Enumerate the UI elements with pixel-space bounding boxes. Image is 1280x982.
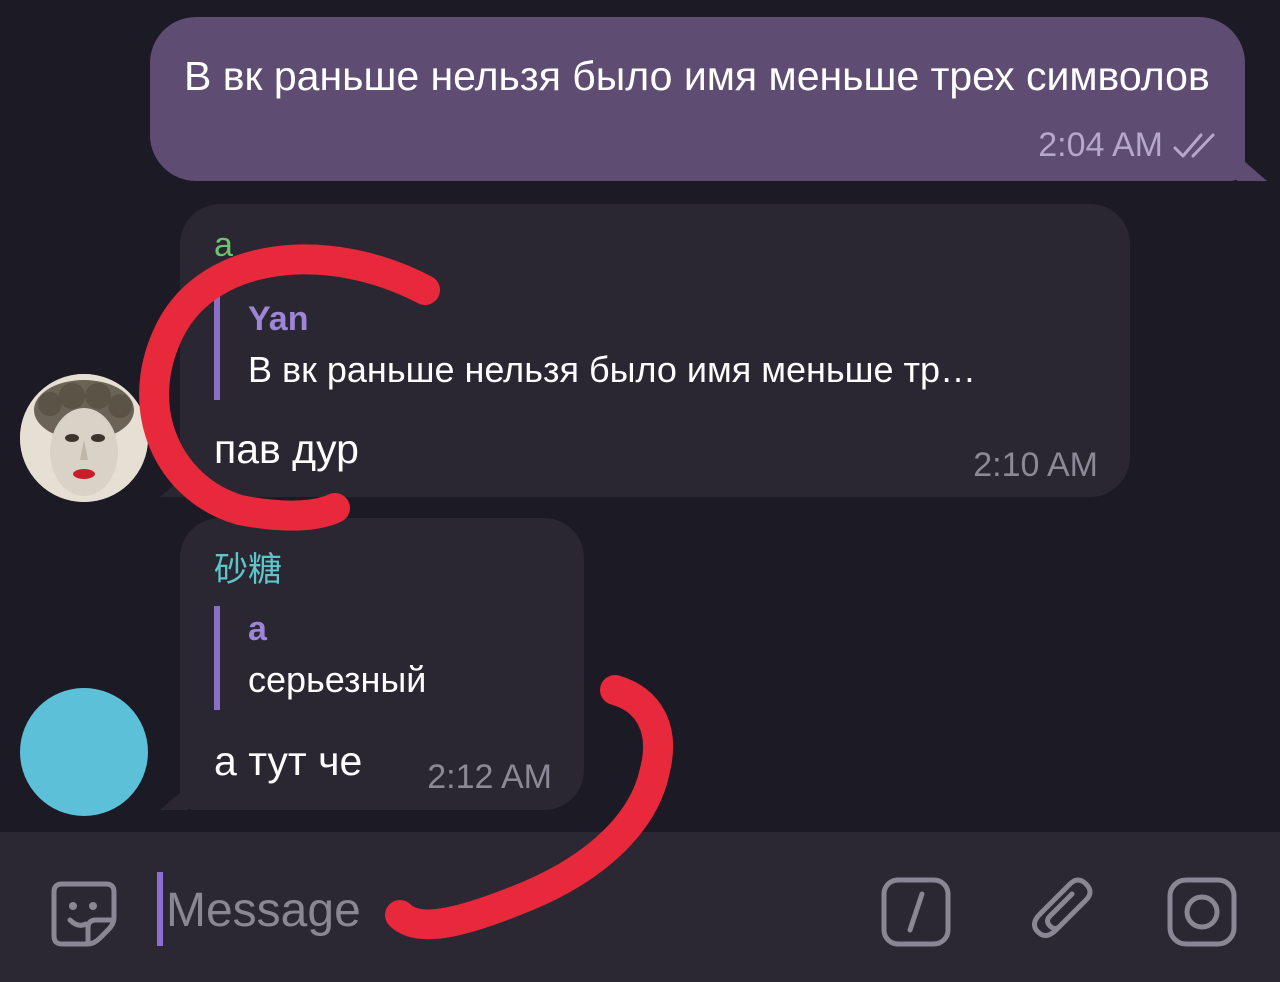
outgoing-message[interactable]: В вк раньше нельзя было имя меньше трех … <box>150 17 1267 181</box>
message-input[interactable] <box>166 870 726 950</box>
sender-name[interactable]: а <box>214 226 233 265</box>
message-text: В вк раньше нельзя было имя меньше трех … <box>184 53 1210 99</box>
text-cursor <box>157 872 163 946</box>
avatar[interactable] <box>20 374 148 502</box>
message-meta: 2:04 AM <box>1038 126 1221 165</box>
attach-icon[interactable] <box>1028 874 1100 950</box>
message-time: 2:04 AM <box>1038 126 1163 164</box>
double-check-icon <box>1173 133 1215 157</box>
reply-text: серьезный <box>248 659 427 700</box>
statue-face-avatar <box>20 374 148 502</box>
reply-author: a <box>248 610 267 648</box>
message-text: пав дур <box>214 426 359 472</box>
message-text: а тут че <box>214 738 363 784</box>
reply-preview[interactable]: Yan В вк раньше нельзя было имя меньше т… <box>214 296 1094 400</box>
incoming-message[interactable]: 砂糖 a серьезный а тут че 2:12 AM <box>160 518 584 810</box>
reply-text: В вк раньше нельзя было имя меньше тр… <box>248 349 977 390</box>
chat-history: В вк раньше нельзя было имя меньше трех … <box>0 0 1280 832</box>
camera-icon[interactable] <box>1166 876 1238 948</box>
message-time: 2:10 AM <box>973 446 1098 484</box>
incoming-message[interactable]: а Yan В вк раньше нельзя было имя меньше… <box>160 204 1130 497</box>
bubble-tail <box>160 786 188 810</box>
avatar[interactable] <box>20 688 148 816</box>
reply-author: Yan <box>248 300 309 338</box>
sticker-icon[interactable] <box>48 878 120 950</box>
bubble-tail <box>160 473 188 497</box>
message-time: 2:12 AM <box>427 758 552 796</box>
sender-name[interactable]: 砂糖 <box>214 542 282 591</box>
message-composer <box>0 832 1280 982</box>
reply-preview[interactable]: a серьезный <box>214 606 544 710</box>
bubble-tail <box>1237 155 1267 181</box>
bot-command-icon[interactable] <box>880 876 952 948</box>
